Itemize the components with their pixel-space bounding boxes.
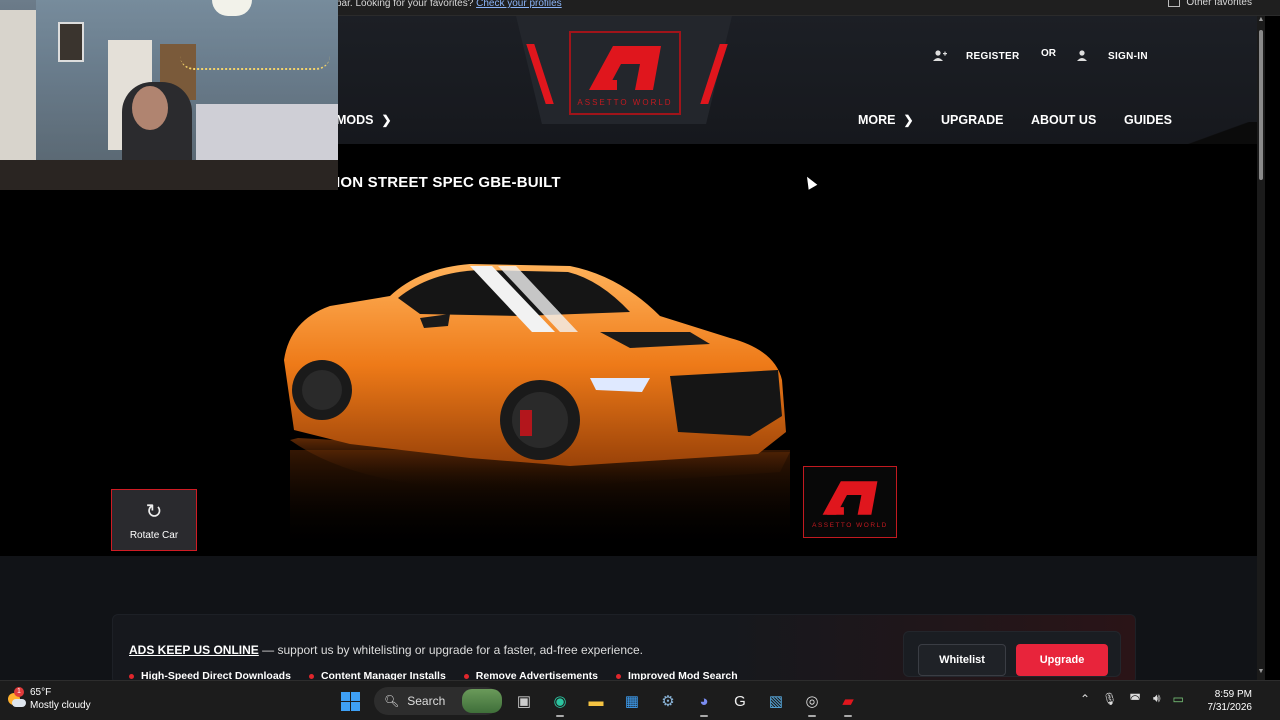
g-hub-icon[interactable]: G — [728, 688, 752, 714]
search-icon: 🔍︎ — [384, 694, 400, 708]
ad-button-group: Whitelist Upgrade — [903, 631, 1121, 677]
webcam-picture-frame — [58, 22, 84, 62]
ad-message: ADS KEEP US ONLINE — support us by white… — [129, 643, 643, 657]
weather-temperature: 65°F — [30, 687, 52, 698]
register-button[interactable]: REGISTER — [928, 40, 1020, 72]
search-label: Search — [407, 694, 446, 708]
chevron-right-icon: ❯ — [903, 113, 914, 127]
nav-more-label: MORE — [858, 113, 896, 127]
taskbar: 1 65°F Mostly cloudy 🔍︎ Search ▣ ◉ ▬ ▦ ⚙… — [0, 680, 1280, 720]
discord-icon[interactable]: ◕ — [692, 688, 716, 717]
microphone-icon[interactable]: 🎙︎ — [1102, 692, 1117, 706]
wifi-icon[interactable]: ◚ — [1129, 692, 1141, 706]
watermark-logo-text: ASSETTO WORLD — [812, 521, 888, 529]
scroll-up-icon[interactable]: ▲ — [1257, 16, 1265, 26]
car-preview[interactable] — [270, 240, 810, 556]
nav-upgrade[interactable]: UPGRADE — [941, 113, 1004, 127]
clock-date: 7/31/2026 — [1207, 702, 1253, 713]
logo-mark-icon — [589, 45, 661, 90]
webcam-face — [132, 86, 168, 130]
register-label: REGISTER — [966, 50, 1020, 62]
chevron-right-icon: ❯ — [381, 113, 392, 127]
site-logo[interactable]: ASSETTO WORLD — [569, 31, 681, 115]
taskbar-clock[interactable]: 8:59 PM 7/31/2026 — [1198, 688, 1253, 714]
browser-page: bar. Looking for your favorites? Check y… — [0, 0, 1280, 720]
nav-about-us[interactable]: ABOUT US — [1031, 113, 1096, 127]
other-favorites-folder[interactable]: Other favorites — [1168, 0, 1252, 8]
logo-text: ASSETTO WORLD — [577, 97, 673, 107]
microsoft-store-icon[interactable]: ▦ — [620, 688, 644, 714]
ad-message-text: — support us by whitelisting or upgrade … — [258, 643, 644, 657]
webcam-overlay — [0, 0, 338, 190]
car-render-image — [284, 264, 790, 550]
nav-mods[interactable]: MODS ❯ — [336, 113, 392, 127]
page-scrollbar[interactable] — [1257, 16, 1265, 680]
weather-condition: Mostly cloudy — [30, 700, 91, 711]
search-highlight-image — [462, 689, 502, 713]
start-button[interactable] — [338, 688, 362, 714]
steam-icon[interactable]: ⚙ — [656, 688, 680, 714]
taskbar-search[interactable]: 🔍︎ Search — [374, 687, 502, 715]
weather-cloudy-icon: 1 — [6, 687, 26, 709]
clock-time: 8:59 PM — [1214, 689, 1252, 700]
edge-browser-icon[interactable]: ◉ — [548, 688, 572, 717]
auth-or-text: OR — [1041, 48, 1056, 59]
upgrade-button[interactable]: Upgrade — [1016, 644, 1108, 676]
weather-widget[interactable]: 1 65°F Mostly cloudy — [6, 686, 91, 712]
volume-icon[interactable]: 🔊︎ — [1153, 691, 1161, 706]
battery-icon[interactable]: ▭ — [1173, 692, 1184, 706]
webcam-bed — [196, 104, 338, 160]
task-view-icon[interactable]: ▣ — [512, 688, 536, 714]
scroll-down-icon[interactable]: ▼ — [1257, 668, 1265, 678]
sign-in-label: SIGN-IN — [1108, 50, 1148, 62]
obs-icon[interactable]: ◎ — [800, 688, 824, 717]
taskbar-apps: 🔍︎ Search ▣ ◉ ▬ ▦ ⚙ ◕ G ▧ ◎ ▰ — [338, 687, 860, 717]
weather-badge: 1 — [14, 687, 24, 697]
webcam-string-lights — [180, 56, 330, 70]
check-profiles-link[interactable]: Check your profiles — [476, 0, 562, 9]
assetto-corsa-icon[interactable]: ▰ — [836, 688, 860, 717]
watermark-logo: ASSETTO WORLD — [803, 466, 897, 538]
ad-section: ADS KEEP US ONLINE — support us by white… — [0, 556, 1257, 684]
user-icon — [1070, 44, 1094, 68]
rotate-car-label: Rotate Car — [129, 530, 179, 541]
chevron-up-icon[interactable]: ⌃ — [1080, 692, 1090, 706]
favorites-message-text: bar. Looking for your favorites? — [336, 0, 474, 9]
add-user-icon — [928, 44, 952, 68]
ad-support-card: ADS KEEP US ONLINE — support us by white… — [112, 614, 1136, 684]
sign-in-button[interactable]: SIGN-IN — [1070, 40, 1148, 72]
rotate-icon: ↻ — [145, 501, 163, 523]
ad-headline-link[interactable]: ADS KEEP US ONLINE — [129, 643, 259, 657]
rotate-car-button[interactable]: ↻ Rotate Car — [111, 489, 197, 551]
windows-logo-icon — [340, 691, 360, 711]
content-manager-icon[interactable]: ▧ — [764, 688, 788, 714]
scrollbar-thumb[interactable] — [1259, 30, 1263, 180]
car-title: ION STREET SPEC GBE-BUILT — [336, 174, 561, 191]
nav-mods-label: MODS — [336, 113, 374, 127]
favorites-message: bar. Looking for your favorites? Check y… — [336, 0, 562, 9]
webcam-desk — [0, 160, 338, 190]
file-explorer-icon[interactable]: ▬ — [584, 688, 608, 714]
nav-more[interactable]: MORE ❯ — [858, 113, 914, 127]
nav-guides[interactable]: GUIDES — [1124, 113, 1172, 127]
webcam-door — [0, 10, 36, 160]
logo-mark-icon — [822, 480, 878, 515]
mouse-cursor-icon — [802, 174, 818, 190]
system-tray: ⌃ 🎙︎ ◚ 🔊︎ ▭ — [1080, 691, 1184, 706]
whitelist-button[interactable]: Whitelist — [918, 644, 1006, 676]
